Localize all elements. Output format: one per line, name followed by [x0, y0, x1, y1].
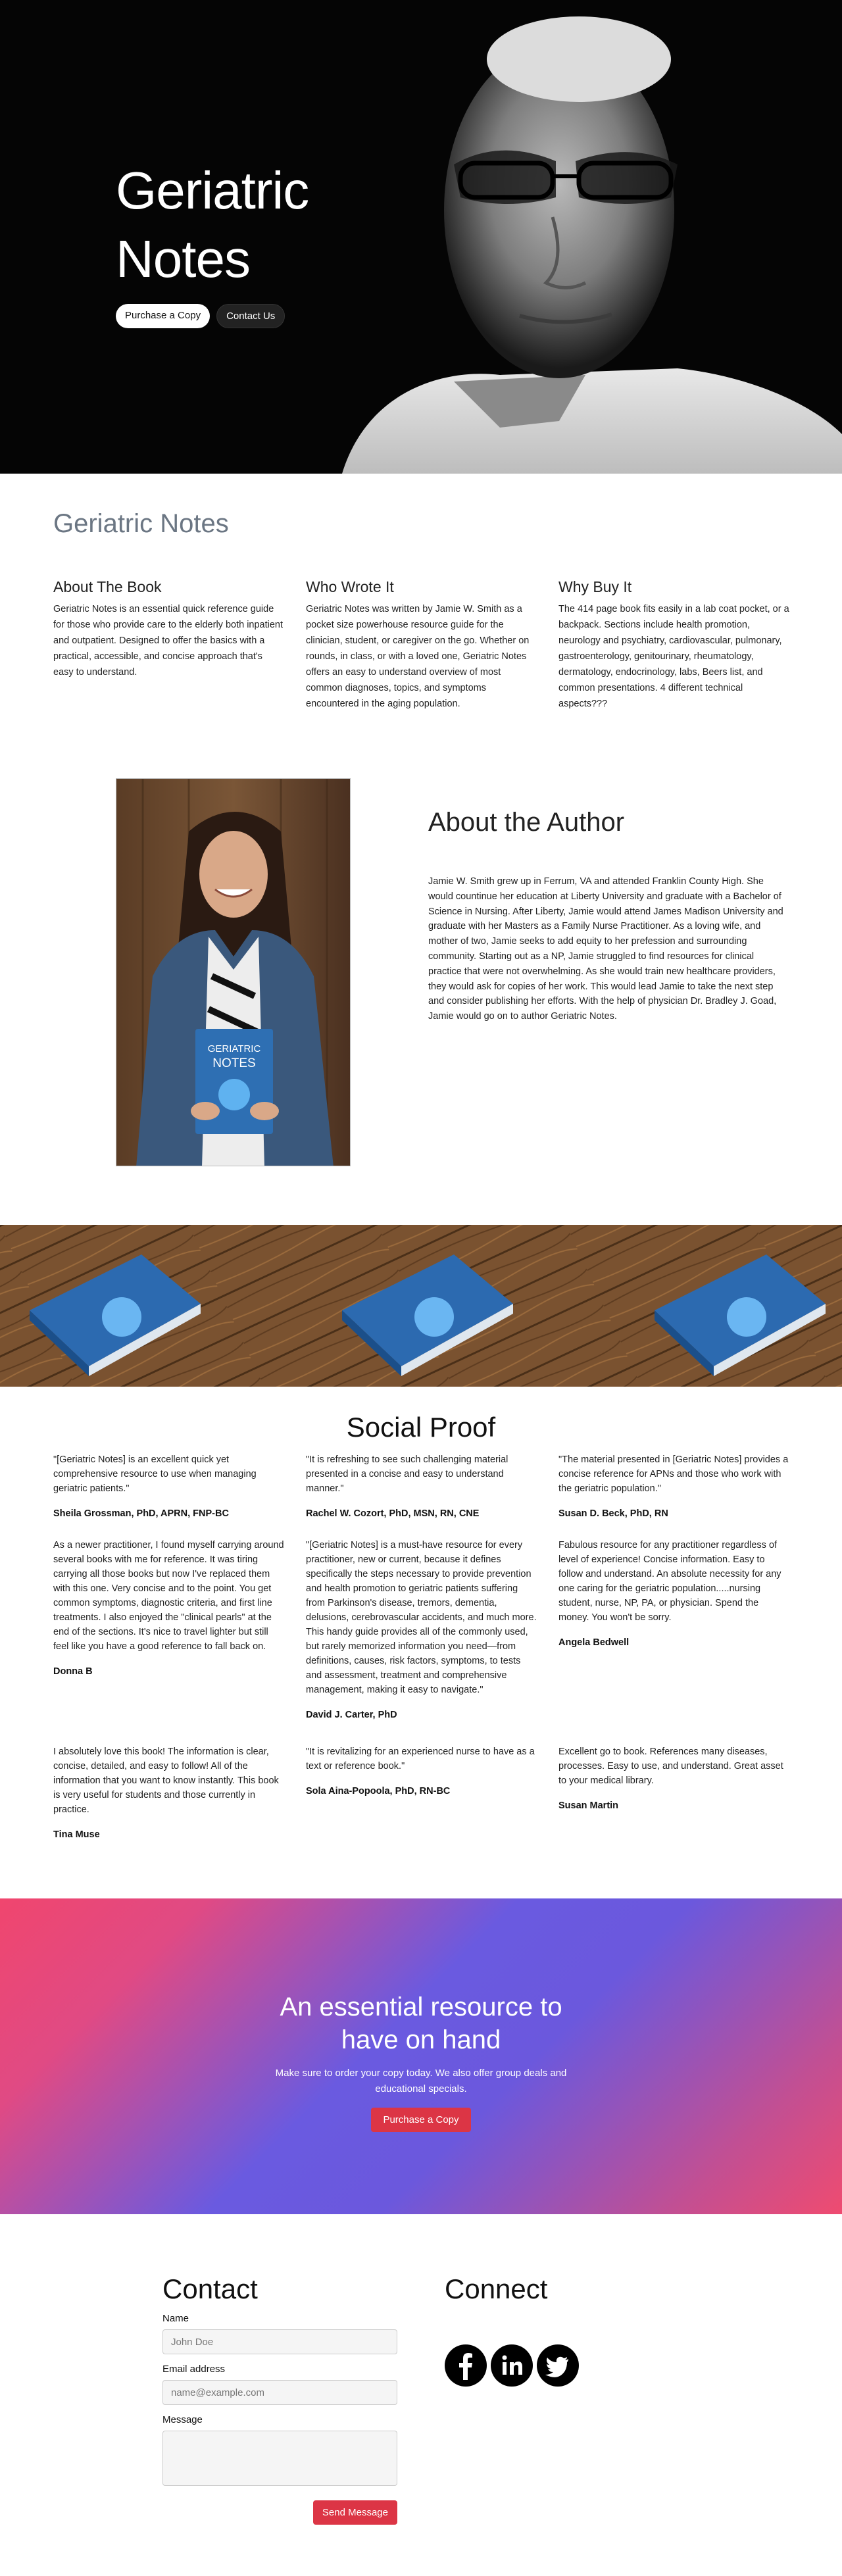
name-input[interactable]: John Doe: [162, 2329, 397, 2354]
hero-title: Geriatric Notes: [116, 161, 309, 288]
column-text: Geriatric Notes was written by Jamie W. …: [306, 604, 530, 709]
send-message-button[interactable]: Send Message: [312, 2500, 397, 2525]
cta-text: Make sure to order your copy today. We a…: [275, 2068, 567, 2094]
column-heading: Who Wrote It: [306, 578, 394, 595]
social-icons: [445, 2344, 579, 2387]
social-proof-title: Social Proof: [346, 1412, 496, 1443]
twitter-icon[interactable]: [537, 2344, 579, 2387]
books-banner-image: [0, 1225, 842, 1387]
testimonial-quote: "[Geriatric Notes] is an excellent quick…: [53, 1454, 257, 1494]
testimonial: Fabulous resource for any practitioner r…: [558, 1538, 790, 1650]
testimonial: "[Geriatric Notes] is a must-have resour…: [306, 1538, 537, 1722]
testimonial: "It is refreshing to see such challengin…: [306, 1452, 537, 1521]
author-title: About the Author: [428, 808, 625, 837]
testimonial: Excellent go to book. References many di…: [558, 1745, 790, 1842]
testimonial-quote: "It is refreshing to see such challengin…: [306, 1454, 508, 1494]
testimonial: I absolutely love this book! The informa…: [53, 1745, 285, 1842]
section-title: Geriatric Notes: [53, 509, 229, 538]
testimonial-column: "It is refreshing to see such challengin…: [306, 1452, 537, 1739]
email-input[interactable]: name@example.com: [162, 2380, 397, 2405]
testimonial-author: David J. Carter, PhD: [306, 1710, 397, 1720]
hero-buttons: Purchase a Copy Contact Us: [116, 304, 379, 328]
testimonial: "It is revitalizing for an experienced n…: [306, 1745, 537, 1842]
hero-section: Geriatric Notes Purchase a Copy Contact …: [0, 0, 842, 474]
testimonial-author: Tina Muse: [53, 1829, 100, 1840]
message-label: Message: [162, 2414, 203, 2425]
contact-form: Contact Name John Doe Email address name…: [162, 2273, 397, 2525]
who-wrote-it-column: Who Wrote It Geriatric Notes was written…: [306, 578, 537, 712]
testimonial-quote: "The material presented in [Geriatric No…: [558, 1454, 789, 1494]
connect-title: Connect: [445, 2273, 548, 2304]
testimonial: "The material presented in [Geriatric No…: [558, 1452, 790, 1521]
email-label: Email address: [162, 2364, 226, 2375]
testimonial-column: "[Geriatric Notes] is an excellent quick…: [53, 1452, 285, 1739]
cta-title: An essential resource to have on hand: [280, 1993, 562, 2054]
author-bio-block: About the Author Jamie W. Smith grew up …: [428, 808, 783, 1024]
author-photo: GERIATRIC NOTES: [116, 778, 351, 1166]
testimonial-author: Sheila Grossman, PhD, APRN, FNP-BC: [53, 1508, 229, 1519]
connect-block: Connect: [445, 2273, 579, 2387]
message-textarea[interactable]: [162, 2431, 397, 2486]
testimonial: "[Geriatric Notes] is an excellent quick…: [53, 1452, 285, 1521]
call-to-action-section: An essential resource to have on hand Ma…: [0, 1898, 842, 2214]
testimonial-quote: Fabulous resource for any practitioner r…: [558, 1540, 781, 1623]
testimonial-grid: "[Geriatric Notes] is an excellent quick…: [53, 1452, 790, 1739]
purchase-copy-button[interactable]: Purchase a Copy: [116, 304, 210, 328]
testimonial-quote: I absolutely love this book! The informa…: [53, 1746, 279, 1815]
column-heading: About The Book: [53, 578, 162, 595]
testimonial-author: Angela Bedwell: [558, 1637, 630, 1648]
social-proof-section: Social Proof "[Geriatric Notes] is an ex…: [0, 1387, 842, 1898]
testimonial-quote: As a newer practitioner, I found myself …: [53, 1540, 284, 1652]
testimonial-author: Susan D. Beck, PhD, RN: [558, 1508, 668, 1519]
contact-title: Contact: [162, 2273, 258, 2304]
testimonial-quote: "It is revitalizing for an experienced n…: [306, 1746, 535, 1771]
contact-us-button[interactable]: Contact Us: [216, 304, 285, 328]
testimonial-author: Sola Aina-Popoola, PhD, RN-BC: [306, 1786, 451, 1796]
testimonial-grid-row-2: I absolutely love this book! The informa…: [53, 1745, 790, 1859]
column-text: The 414 page book fits easily in a lab c…: [558, 604, 789, 709]
testimonial: As a newer practitioner, I found myself …: [53, 1538, 285, 1679]
testimonial-quote: "[Geriatric Notes] is a must-have resour…: [306, 1540, 537, 1695]
book-cover-text: GERIATRIC: [208, 1043, 261, 1054]
linkedin-icon[interactable]: [491, 2344, 533, 2387]
testimonial-column: "The material presented in [Geriatric No…: [558, 1452, 790, 1739]
testimonial-quote: Excellent go to book. References many di…: [558, 1746, 783, 1786]
about-book-section: Geriatric Notes About The Book Geriatric…: [0, 474, 842, 712]
testimonial-author: Susan Martin: [558, 1800, 619, 1811]
testimonial-author: Donna B: [53, 1666, 93, 1677]
hero-text: Geriatric Notes Purchase a Copy Contact …: [116, 157, 379, 328]
about-the-book-column: About The Book Geriatric Notes is an ess…: [53, 578, 285, 712]
author-bio: Jamie W. Smith grew up in Ferrum, VA and…: [428, 876, 783, 1022]
name-label: Name: [162, 2313, 189, 2324]
about-author-section: GERIATRIC NOTES About the Author Jamie W…: [0, 751, 842, 1225]
testimonial-author: Rachel W. Cozort, PhD, MSN, RN, CNE: [306, 1508, 480, 1519]
info-columns: About The Book Geriatric Notes is an ess…: [53, 578, 790, 712]
facebook-icon[interactable]: [445, 2344, 487, 2387]
why-buy-it-column: Why Buy It The 414 page book fits easily…: [558, 578, 790, 712]
column-heading: Why Buy It: [558, 578, 632, 595]
column-text: Geriatric Notes is an essential quick re…: [53, 604, 284, 678]
contact-section: Contact Name John Doe Email address name…: [0, 2214, 842, 2576]
cta-purchase-button[interactable]: Purchase a Copy: [371, 2108, 471, 2132]
book-cover-text: NOTES: [212, 1056, 255, 1070]
